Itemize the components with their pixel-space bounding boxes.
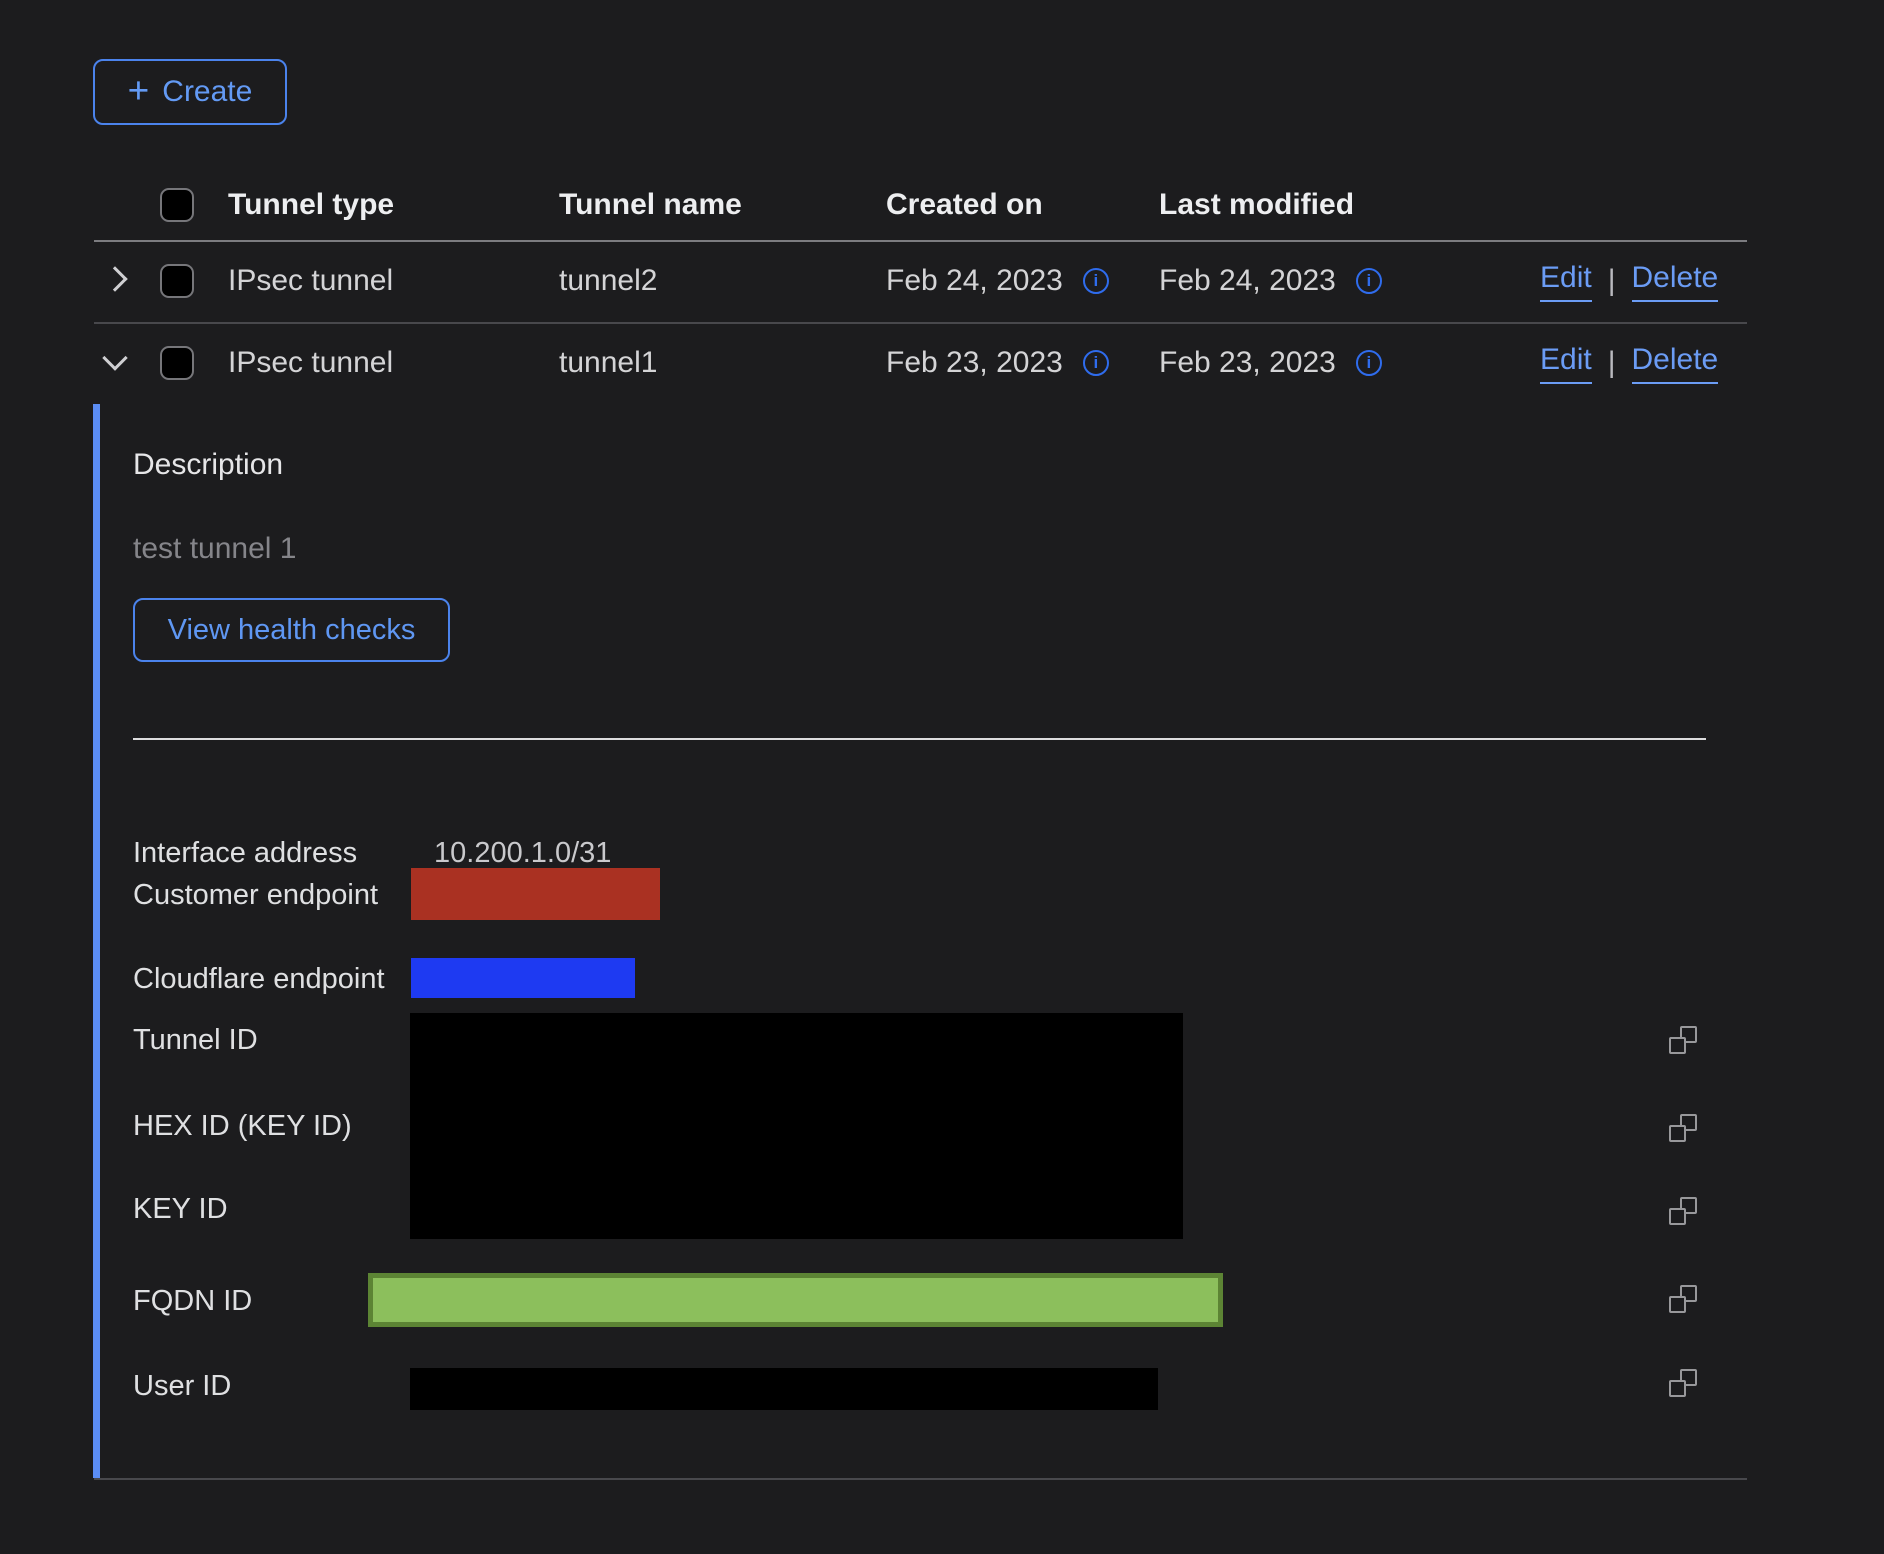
redaction-box-fqdn-id	[368, 1273, 1223, 1327]
info-icon[interactable]	[1356, 268, 1382, 294]
edit-link[interactable]: Edit	[1540, 343, 1592, 384]
redaction-box-cloudflare-endpoint	[411, 958, 635, 998]
redaction-box-ids	[410, 1013, 1183, 1239]
row-checkbox[interactable]	[160, 264, 194, 298]
table-header: Tunnel type Tunnel name Created on Last …	[94, 170, 1747, 240]
tunnel-name-cell: tunnel2	[559, 264, 886, 298]
expansion-indicator-bar	[93, 404, 100, 1478]
column-header-created-on: Created on	[886, 188, 1159, 222]
tunnel-type-cell: IPsec tunnel	[228, 264, 559, 298]
copy-icon[interactable]	[1669, 1026, 1697, 1054]
info-icon[interactable]	[1356, 350, 1382, 376]
row-checkbox[interactable]	[160, 346, 194, 380]
delete-link[interactable]: Delete	[1632, 261, 1719, 302]
description-value: test tunnel 1	[133, 532, 296, 566]
edit-link[interactable]: Edit	[1540, 261, 1592, 302]
tunnel-name-cell: tunnel1	[559, 346, 886, 380]
create-button-label: Create	[162, 77, 252, 107]
last-modified-value: Feb 23, 2023	[1159, 346, 1336, 380]
column-header-tunnel-name: Tunnel name	[559, 188, 886, 222]
redaction-box-customer-endpoint	[411, 868, 660, 920]
key-id-label: KEY ID	[133, 1193, 228, 1226]
action-separator: |	[1608, 264, 1616, 298]
copy-icon[interactable]	[1669, 1369, 1697, 1397]
tunnel-type-cell: IPsec tunnel	[228, 346, 559, 380]
copy-icon[interactable]	[1669, 1114, 1697, 1142]
table-bottom-divider	[94, 1478, 1747, 1480]
interface-address-label: Interface address	[133, 837, 357, 870]
action-separator: |	[1608, 346, 1616, 380]
select-all-checkbox[interactable]	[160, 188, 194, 222]
copy-icon[interactable]	[1669, 1197, 1697, 1225]
copy-icon[interactable]	[1669, 1285, 1697, 1313]
chevron-right-icon[interactable]	[102, 266, 127, 291]
interface-address-value: 10.200.1.0/31	[434, 837, 611, 870]
user-id-label: User ID	[133, 1370, 231, 1403]
redaction-box-user-id	[410, 1368, 1158, 1410]
last-modified-value: Feb 24, 2023	[1159, 264, 1336, 298]
column-header-tunnel-type: Tunnel type	[228, 188, 559, 222]
section-divider	[133, 738, 1706, 740]
ipsec-tunnels-page: + Create Tunnel type Tunnel name Created…	[0, 0, 1884, 1554]
create-button[interactable]: + Create	[93, 59, 287, 125]
plus-icon: +	[128, 72, 150, 109]
description-label: Description	[133, 448, 283, 482]
created-on-value: Feb 23, 2023	[886, 346, 1063, 380]
customer-endpoint-label: Customer endpoint	[133, 879, 378, 912]
info-icon[interactable]	[1083, 350, 1109, 376]
delete-link[interactable]: Delete	[1632, 343, 1719, 384]
fqdn-id-label: FQDN ID	[133, 1285, 252, 1318]
created-on-value: Feb 24, 2023	[886, 264, 1063, 298]
table-row-tunnel1: IPsec tunnel tunnel1 Feb 23, 2023 Feb 23…	[94, 322, 1747, 404]
info-icon[interactable]	[1083, 268, 1109, 294]
tunnel-id-label: Tunnel ID	[133, 1024, 258, 1057]
column-header-last-modified: Last modified	[1159, 188, 1540, 222]
cloudflare-endpoint-label: Cloudflare endpoint	[133, 963, 385, 996]
hex-id-label: HEX ID (KEY ID)	[133, 1110, 352, 1143]
chevron-down-icon[interactable]	[102, 345, 127, 370]
table-row-tunnel2: IPsec tunnel tunnel2 Feb 24, 2023 Feb 24…	[94, 240, 1747, 322]
view-health-checks-button[interactable]: View health checks	[133, 598, 450, 662]
